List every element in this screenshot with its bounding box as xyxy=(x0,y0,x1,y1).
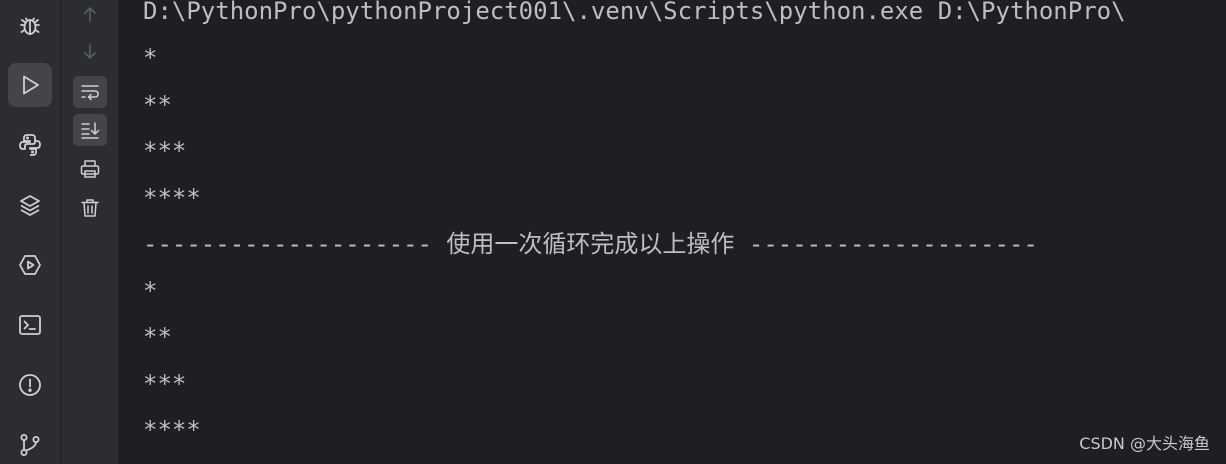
console-line-command[interactable]: D:\PythonPro\pythonProject001\.venv\Scri… xyxy=(143,0,1126,26)
console-line-separator: -------------------- 使用一次循环完成以上操作 ------… xyxy=(143,230,1038,258)
python-console-button[interactable] xyxy=(8,123,52,167)
debug-icon xyxy=(20,17,40,35)
print-icon xyxy=(80,160,100,178)
python-packages-icon xyxy=(20,195,40,216)
clear-all-button[interactable] xyxy=(73,192,107,224)
console-line: *** xyxy=(143,370,187,398)
console-line: **** xyxy=(143,184,201,212)
tool-window-stripe xyxy=(0,0,61,464)
console-line: * xyxy=(143,277,158,305)
run-tool-button[interactable] xyxy=(8,63,52,107)
console-line: * xyxy=(143,44,158,72)
ide-window: D:\PythonPro\pythonProject001\.venv\Scri… xyxy=(0,0,1226,464)
arrow-down-icon xyxy=(84,44,96,60)
print-button[interactable] xyxy=(73,153,107,185)
console-line: ** xyxy=(143,91,172,119)
debug-tool-button[interactable] xyxy=(8,3,52,47)
arrow-up-icon xyxy=(84,6,96,22)
terminal-tool-button[interactable] xyxy=(8,303,52,347)
console-output[interactable]: D:\PythonPro\pythonProject001\.venv\Scri… xyxy=(118,0,1226,464)
console-line: **** xyxy=(143,416,201,444)
next-occurrence-button[interactable] xyxy=(73,36,107,68)
problems-tool-button[interactable] xyxy=(8,363,52,407)
problems-icon xyxy=(19,374,41,396)
console-line: *** xyxy=(143,137,187,165)
python-packages-button[interactable] xyxy=(8,183,52,227)
trash-icon xyxy=(81,199,99,217)
soft-wrap-icon xyxy=(81,85,99,101)
scroll-to-end-button[interactable] xyxy=(73,114,107,146)
services-tool-button[interactable] xyxy=(8,243,52,287)
git-tool-button[interactable] xyxy=(8,423,52,464)
console-line: ** xyxy=(143,323,172,351)
services-icon xyxy=(19,255,41,275)
watermark-text: CSDN @大头海鱼 xyxy=(1079,434,1210,453)
previous-occurrence-button[interactable] xyxy=(73,0,107,30)
soft-wrap-button[interactable] xyxy=(73,76,107,108)
terminal-icon xyxy=(19,315,41,335)
scroll-to-end-icon xyxy=(81,122,100,139)
run-icon xyxy=(23,75,39,95)
python-console-icon xyxy=(19,134,41,156)
git-icon xyxy=(20,434,40,456)
console-toolbar xyxy=(61,0,118,464)
